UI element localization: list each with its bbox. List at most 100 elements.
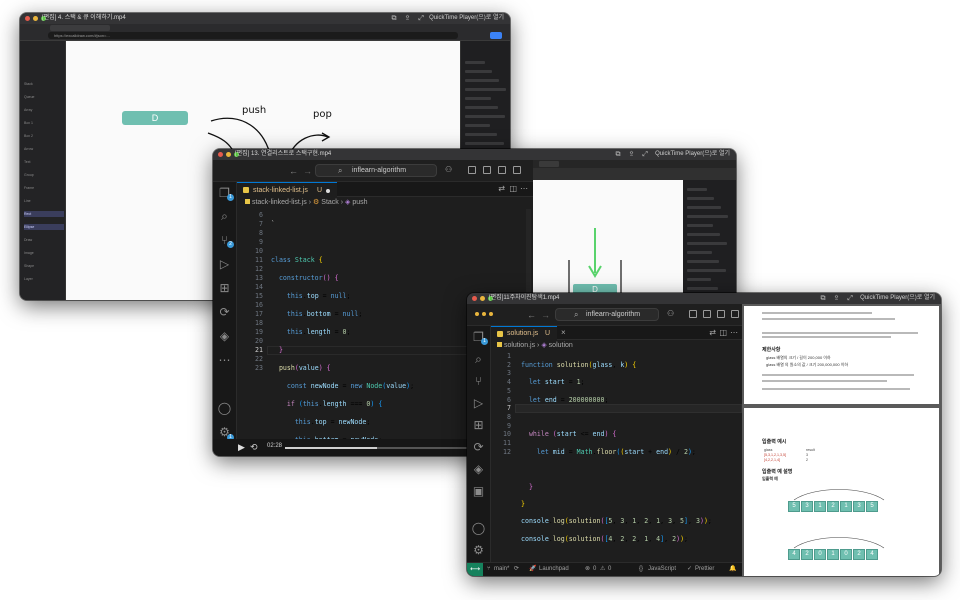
toggle-sidebar-icon[interactable] <box>468 166 476 174</box>
nav-back-icon[interactable]: ← <box>527 310 536 320</box>
layer-item[interactable]: Box 1 <box>24 120 64 126</box>
gitlens-icon[interactable]: ◈ <box>474 463 483 475</box>
dot-icon[interactable] <box>475 312 479 316</box>
layer-item[interactable]: Ellipse <box>24 224 64 230</box>
layer-item[interactable]: Draw <box>24 237 64 243</box>
layer-item[interactable]: Rect <box>24 211 64 217</box>
close-dot-icon[interactable] <box>218 152 223 157</box>
open-quicktime-button[interactable]: QuickTime Player(으)로 열기 <box>429 13 504 24</box>
layer-item[interactable]: Array <box>24 107 64 113</box>
layout-icons[interactable] <box>689 310 739 318</box>
notifications-bell-icon[interactable]: 🔔 <box>729 563 736 576</box>
rewind-icon[interactable]: ⟲ <box>250 442 258 453</box>
remote-icon[interactable]: ⟳ <box>219 306 229 318</box>
fullscreen-icon[interactable]: ⤢ <box>418 15 424 22</box>
status-language[interactable]: JavaScript <box>648 563 676 576</box>
source-control-icon[interactable]: ⑂ <box>475 375 482 387</box>
nav-back-icon[interactable]: ← <box>289 166 298 176</box>
window-titlebar[interactable]: [편집]11주차이진탐색1.mp4 ⧉ ⇪ ⤢ QuickTime Player(으… <box>467 293 941 304</box>
search-icon[interactable]: ⌕ <box>475 353 482 365</box>
dot-icon[interactable] <box>489 312 493 316</box>
layer-item[interactable]: Frame <box>24 185 64 191</box>
property-row[interactable] <box>465 133 497 136</box>
more-icon[interactable]: ⋯ <box>219 354 231 366</box>
layer-item[interactable]: Queue <box>24 94 64 100</box>
editor-more-icon[interactable]: ⋯ <box>520 184 528 193</box>
browser-tab[interactable] <box>50 25 110 31</box>
property-row[interactable] <box>687 242 727 245</box>
layout-icons[interactable] <box>468 166 521 174</box>
property-row[interactable] <box>687 188 707 191</box>
property-row[interactable] <box>687 215 728 218</box>
layer-item[interactable]: Line <box>24 198 64 204</box>
settings-gear-icon[interactable]: ⚙ <box>473 544 484 556</box>
close-dot-icon[interactable] <box>25 16 30 21</box>
status-prettier[interactable]: Prettier <box>695 563 714 576</box>
property-row[interactable] <box>465 70 492 73</box>
document-viewer[interactable]: 제한사항 glass 배열의 크기 / 길이 200,000 이하 glass … <box>742 304 941 576</box>
tab-solution[interactable]: solution.js U <box>491 326 557 340</box>
toggle-panel-icon[interactable] <box>703 310 711 318</box>
breadcrumb-function[interactable]: solution <box>549 342 573 349</box>
search-icon[interactable]: ⌕ <box>221 210 228 222</box>
pip-icon[interactable]: ⧉ <box>392 15 397 22</box>
copilot-icon[interactable]: ⚇ <box>667 309 674 318</box>
open-quicktime-button[interactable]: QuickTime Player(으)로 열기 <box>860 293 935 304</box>
layer-item[interactable]: Text <box>24 159 64 165</box>
customize-layout-icon[interactable] <box>731 310 739 318</box>
customize-layout-icon[interactable] <box>513 166 521 174</box>
command-search[interactable]: ⌕ inflearn-algorithm <box>315 164 437 177</box>
property-row[interactable] <box>687 233 720 236</box>
breadcrumb-file[interactable]: solution.js <box>504 342 535 349</box>
account-icon[interactable]: ◯ <box>218 402 231 414</box>
fullscreen-icon[interactable]: ⤢ <box>642 151 648 158</box>
vscode-traffic-lights[interactable] <box>475 312 493 316</box>
layer-item[interactable]: Arrow <box>24 146 64 152</box>
window-controls[interactable]: ⧉ ⇪ ⤢ <box>392 15 424 22</box>
breadcrumb-method[interactable]: push <box>352 199 367 206</box>
code-editor[interactable]: 1 2 3 4 5 6 7 8 9 10 11 12 function solution(glass,… <box>491 351 742 562</box>
browser-tab[interactable] <box>539 161 559 167</box>
status-launchpad[interactable]: Launchpad <box>539 563 569 576</box>
share-icon[interactable]: ⇪ <box>834 295 840 302</box>
layer-item[interactable]: Box 2 <box>24 133 64 139</box>
toggle-secondary-icon[interactable] <box>717 310 725 318</box>
run-debug-icon[interactable]: ▷ <box>220 258 229 270</box>
nav-forward-icon[interactable]: → <box>541 310 550 320</box>
layer-item[interactable]: Layer <box>24 276 64 282</box>
property-row[interactable] <box>687 251 712 254</box>
nav-forward-icon[interactable]: → <box>303 166 312 176</box>
toggle-sidebar-icon[interactable] <box>689 310 697 318</box>
tab-stack-linked-list[interactable]: stack-linked-list.js U <box>237 182 337 197</box>
command-search[interactable]: ⌕ inflearn-algorithm <box>555 308 659 321</box>
property-row[interactable] <box>465 115 505 118</box>
property-row[interactable] <box>687 269 726 272</box>
copilot-icon[interactable]: ⚇ <box>445 165 452 174</box>
property-row[interactable] <box>687 287 718 290</box>
layer-item[interactable]: Shape <box>24 263 64 269</box>
breadcrumb-class[interactable]: Stack <box>321 199 339 206</box>
package-icon[interactable]: ▣ <box>473 485 484 497</box>
extensions-icon[interactable]: ⊞ <box>473 419 483 431</box>
property-row[interactable] <box>465 106 498 109</box>
close-tab-icon[interactable]: × <box>561 328 566 337</box>
unsaved-dot-icon[interactable] <box>326 189 330 193</box>
property-row[interactable] <box>687 278 711 281</box>
play-icon[interactable]: ▶ <box>238 442 245 453</box>
remote-indicator[interactable]: ⟷ <box>467 563 483 576</box>
browser-address-bar[interactable] <box>533 168 736 180</box>
share-icon[interactable]: ⇪ <box>405 15 411 22</box>
window-controls[interactable]: ⧉ ⇪ ⤢ <box>616 151 648 158</box>
open-quicktime-button[interactable]: QuickTime Player(으)로 열기 <box>655 149 730 160</box>
window-titlebar[interactable]: [편집] 4. 스택 & 큐 이해하기.mp4 ⧉ ⇪ ⤢ QuickTime Pl… <box>20 13 510 24</box>
share-icon[interactable]: ⇪ <box>629 151 635 158</box>
sync-icon[interactable]: ⟳ <box>514 563 519 576</box>
property-row[interactable] <box>687 206 721 209</box>
compare-icon[interactable]: ⇄ <box>498 184 505 193</box>
property-row[interactable] <box>465 88 506 91</box>
window-controls[interactable]: ⧉ ⇪ ⤢ <box>821 295 853 302</box>
status-warnings[interactable]: 0 <box>608 563 611 576</box>
compare-icon[interactable]: ⇄ <box>709 328 716 337</box>
dot-icon[interactable] <box>482 312 486 316</box>
status-branch[interactable]: main* <box>494 563 509 576</box>
